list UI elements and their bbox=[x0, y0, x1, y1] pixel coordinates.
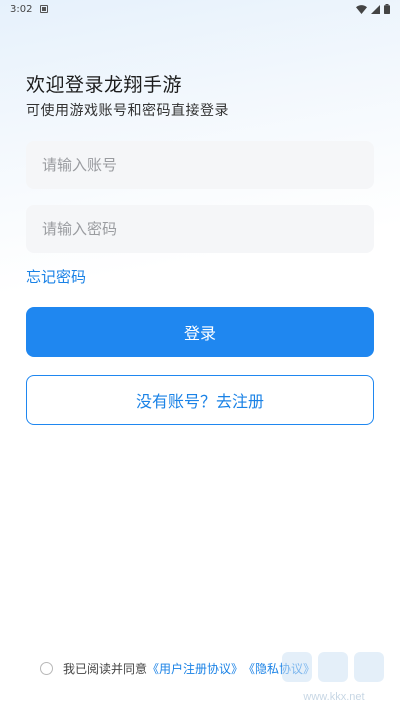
signal-icon bbox=[371, 4, 380, 14]
password-input[interactable] bbox=[26, 205, 374, 253]
wifi-icon bbox=[356, 4, 367, 14]
agree-checkbox[interactable] bbox=[40, 662, 53, 675]
password-field-container bbox=[26, 205, 374, 253]
status-bar: 3:02 bbox=[0, 0, 400, 18]
page-subtitle: 可使用游戏账号和密码直接登录 bbox=[26, 103, 229, 119]
agreement-prefix: 我已阅读并同意 bbox=[63, 662, 148, 676]
status-icons bbox=[356, 4, 390, 14]
watermark-text: www.kkx.net bbox=[302, 691, 364, 703]
battery-icon bbox=[384, 4, 390, 14]
register-button[interactable]: 没有账号？去注册 bbox=[26, 375, 374, 425]
site-watermark: www.kkx.net bbox=[282, 652, 384, 703]
forgot-password-link[interactable]: 忘记密码 bbox=[26, 266, 86, 287]
status-time: 3:02 bbox=[10, 3, 33, 15]
user-agreement-link[interactable]: 《用户注册协议》 bbox=[147, 660, 243, 677]
account-input[interactable] bbox=[26, 141, 374, 189]
login-button[interactable]: 登录 bbox=[26, 307, 374, 357]
account-field-container bbox=[26, 141, 374, 189]
notification-app-icon bbox=[40, 5, 49, 13]
page-title: 欢迎登录龙翔手游 bbox=[26, 74, 183, 96]
